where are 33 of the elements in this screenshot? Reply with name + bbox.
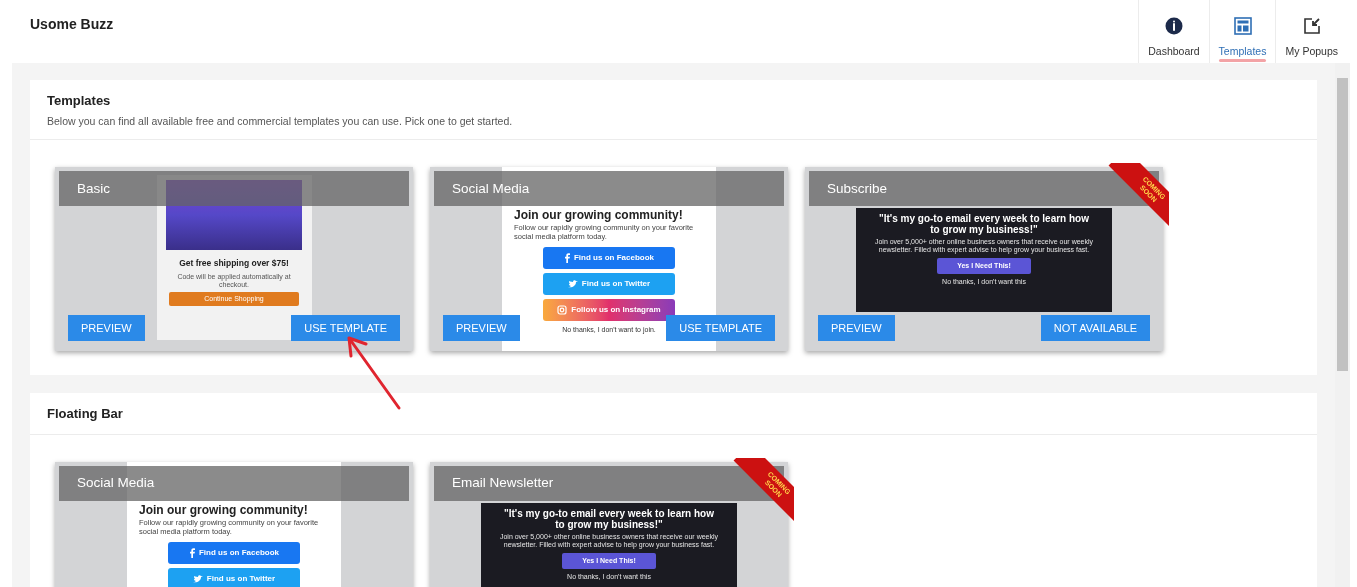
camera-icon (557, 305, 568, 316)
facebook-icon (564, 253, 570, 264)
bird-icon (192, 574, 203, 583)
preview-button[interactable]: PREVIEW (443, 315, 520, 342)
card-title: Email Newsletter (452, 474, 554, 493)
layout-icon (1233, 17, 1252, 35)
section-title: Templates (47, 92, 112, 110)
use-template-button[interactable]: NOT AVAILABLE (1040, 315, 1150, 342)
facebook-button[interactable]: Find us on Facebook (168, 541, 300, 564)
twitter-button[interactable]: Find us on Twitter (543, 273, 675, 296)
facebook-button[interactable]: Find us on Facebook (543, 247, 675, 270)
use-template-button[interactable]: USE TEMPLATE (291, 315, 400, 342)
preview-button[interactable]: PREVIEW (68, 315, 145, 342)
app-title: Usome Buzz (30, 15, 114, 34)
section-title: Floating Bar (47, 405, 124, 424)
popup-heading: "It's my go-to email every week to learn how to grow my business!" (503, 507, 715, 530)
card-title: Social Media (452, 179, 530, 198)
card-title: Basic (77, 179, 110, 198)
use-template-button[interactable]: USE TEMPLATE (666, 315, 775, 342)
card-title: Subscribe (827, 179, 888, 198)
facebook-icon (189, 547, 195, 558)
instagram-button[interactable]: Follow us on Instagram (543, 299, 675, 322)
popup-heading: "It's my go-to email every week to learn how to grow my business!" (878, 213, 1090, 236)
popup-heading: Join our growing community! (514, 208, 684, 224)
section-description: Below you can find all available free and commercial templates you can use. Pick one to get started. (47, 113, 514, 129)
popup-heading: Get free shipping over $75! (179, 257, 289, 270)
window-arrow-icon (1302, 17, 1321, 35)
scrollbar[interactable] (1335, 63, 1350, 587)
card-title: Social Media (77, 474, 155, 493)
preview-button[interactable]: PREVIEW (818, 315, 895, 342)
twitter-button[interactable]: Find us on Twitter (168, 567, 300, 587)
popup-heading: Join our growing community! (139, 502, 309, 518)
bird-icon (567, 280, 578, 289)
